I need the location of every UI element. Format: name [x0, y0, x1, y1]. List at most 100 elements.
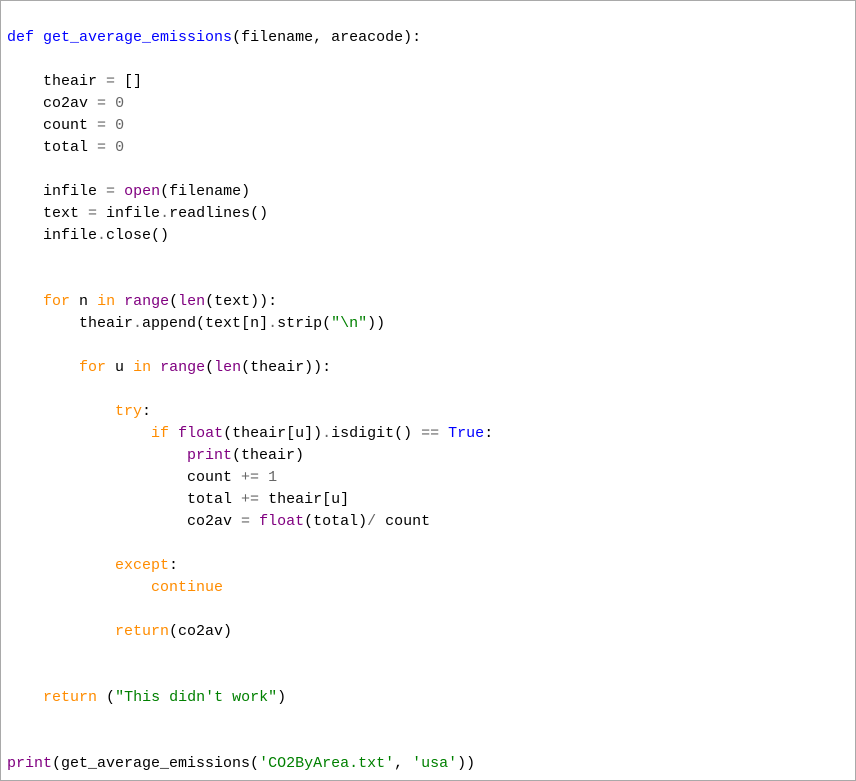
var: total — [43, 139, 97, 156]
args: (theair) — [232, 447, 304, 464]
indent — [7, 183, 43, 200]
var: n — [79, 293, 88, 310]
lparen: ( — [106, 689, 115, 706]
function-name: get_average_emissions — [43, 29, 232, 46]
operator: == — [421, 425, 439, 442]
lparen: ( — [169, 293, 178, 310]
args: (filename) — [160, 183, 250, 200]
method: readlines() — [169, 205, 268, 222]
var: text — [43, 205, 88, 222]
indent — [7, 491, 187, 508]
args: (text)) — [205, 293, 268, 310]
var: co2av — [43, 95, 97, 112]
number: 0 — [115, 117, 124, 134]
expr: count — [376, 513, 430, 530]
indent — [7, 315, 79, 332]
colon: : — [169, 557, 178, 574]
keyword-continue: continue — [151, 579, 223, 596]
sp — [106, 139, 115, 156]
operator: = — [106, 73, 115, 90]
operator: = — [97, 95, 106, 112]
colon: : — [412, 29, 421, 46]
indent — [7, 205, 43, 222]
indent — [7, 447, 187, 464]
var: u — [115, 359, 124, 376]
method: append(text[n] — [142, 315, 268, 332]
colon: : — [484, 425, 493, 442]
sp — [88, 293, 97, 310]
number: 0 — [115, 95, 124, 112]
method: strip( — [277, 315, 331, 332]
operator: = — [97, 139, 106, 156]
var: theair — [79, 315, 133, 332]
operator: = — [88, 205, 97, 222]
val: [] — [115, 73, 142, 90]
space — [34, 29, 43, 46]
operator: = — [106, 183, 115, 200]
indent — [7, 557, 115, 574]
builtin-float: float — [178, 425, 223, 442]
expr: infile — [97, 205, 160, 222]
indent — [7, 403, 115, 420]
var: infile — [43, 183, 106, 200]
builtin-range: range — [160, 359, 205, 376]
keyword-return: return — [115, 623, 169, 640]
operator: / — [367, 513, 376, 530]
dot: . — [160, 205, 169, 222]
colon: : — [142, 403, 151, 420]
comma: , — [394, 755, 412, 772]
dot: . — [133, 315, 142, 332]
indent — [7, 359, 79, 376]
var: total — [187, 491, 241, 508]
var: infile — [43, 227, 97, 244]
indent — [7, 513, 187, 530]
indent — [7, 227, 43, 244]
rparen: ) — [277, 689, 286, 706]
keyword-def: def — [7, 29, 34, 46]
var: co2av — [187, 513, 241, 530]
keyword-in: in — [133, 359, 151, 376]
expr: (theair[u]) — [223, 425, 322, 442]
indent — [7, 425, 151, 442]
indent — [7, 689, 43, 706]
number: 0 — [115, 139, 124, 156]
indent — [7, 579, 151, 596]
params: (filename, areacode) — [232, 29, 412, 46]
method: close() — [106, 227, 169, 244]
builtin-len: len — [178, 293, 205, 310]
sp — [169, 425, 178, 442]
var: theair — [43, 73, 106, 90]
colon: : — [268, 293, 277, 310]
string: 'CO2ByArea.txt' — [259, 755, 394, 772]
operator: = — [241, 513, 250, 530]
keyword-in: in — [97, 293, 115, 310]
colon: : — [322, 359, 331, 376]
rparen: )) — [457, 755, 475, 772]
sp — [115, 293, 124, 310]
sp — [259, 469, 268, 486]
keyword-return: return — [43, 689, 97, 706]
rparen: )) — [367, 315, 385, 332]
operator: += — [241, 491, 259, 508]
indent — [7, 117, 43, 134]
keyword-except: except — [115, 557, 169, 574]
builtin-open: open — [124, 183, 160, 200]
dot: . — [322, 425, 331, 442]
sp — [106, 95, 115, 112]
keyword-if: if — [151, 425, 169, 442]
indent — [7, 73, 43, 90]
keyword-true: True — [448, 425, 484, 442]
expr: (total) — [304, 513, 367, 530]
operator: = — [97, 117, 106, 134]
dot: . — [268, 315, 277, 332]
builtin-print: print — [187, 447, 232, 464]
builtin-len: len — [214, 359, 241, 376]
operator: += — [241, 469, 259, 486]
sp — [151, 359, 160, 376]
indent — [7, 293, 43, 310]
expr: (co2av) — [169, 623, 232, 640]
var: count — [187, 469, 241, 486]
args: (theair)) — [241, 359, 322, 376]
sp — [250, 513, 259, 530]
lparen: ( — [205, 359, 214, 376]
